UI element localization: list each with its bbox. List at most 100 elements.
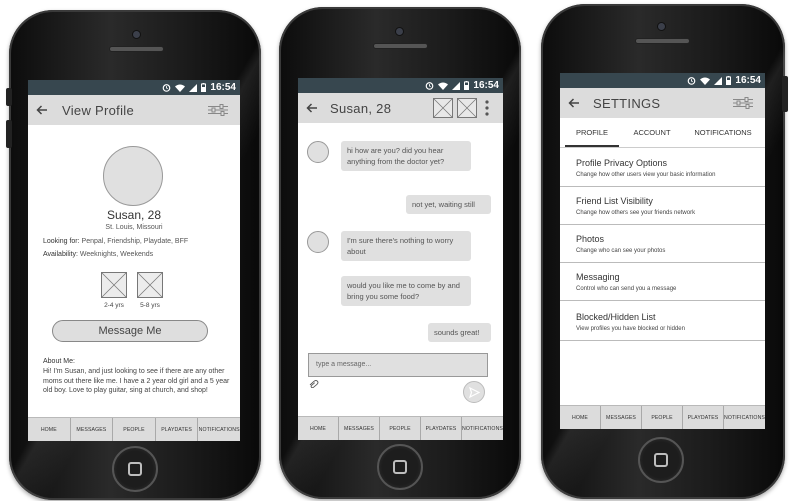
sliders-icon[interactable] xyxy=(733,97,753,109)
setting-item[interactable]: Friend List Visibility Change how others… xyxy=(560,187,765,225)
send-icon xyxy=(469,387,480,398)
app-bar: View Profile xyxy=(28,95,240,125)
sliders-icon[interactable] xyxy=(208,104,228,116)
availability-value: Weeknights, Weekends xyxy=(79,251,154,258)
image-placeholder-icon[interactable] xyxy=(457,98,477,118)
back-button[interactable] xyxy=(28,105,56,115)
status-time: 16:54 xyxy=(473,80,499,91)
front-camera xyxy=(132,30,141,39)
setting-title: Messaging xyxy=(576,272,620,282)
more-vert-icon[interactable] xyxy=(484,100,490,116)
status-bar: 16:54 xyxy=(560,73,765,88)
setting-desc: Control who can send you a message xyxy=(576,286,677,292)
about-label: About Me: xyxy=(43,358,75,365)
nav-home[interactable]: HOME xyxy=(28,418,71,441)
settings-tabs: PROFILE ACCOUNT NOTIFICATIONS xyxy=(560,118,765,148)
nav-messages[interactable]: MESSAGES xyxy=(339,417,380,440)
nav-playdates[interactable]: PLAYDATES xyxy=(156,418,199,441)
nav-messages[interactable]: MESSAGES xyxy=(601,406,642,429)
message-me-button[interactable]: Message Me xyxy=(52,320,208,342)
availability-row: Availability: Weeknights, Weekends xyxy=(43,251,153,258)
back-arrow-icon xyxy=(306,103,317,113)
home-button[interactable] xyxy=(377,444,423,490)
front-camera xyxy=(657,22,666,31)
sender-avatar xyxy=(307,141,329,163)
message-bubble-sent: sounds great! xyxy=(428,323,491,342)
status-time: 16:54 xyxy=(735,75,761,86)
nav-notifications[interactable]: NOTIFICATIONS xyxy=(462,417,503,440)
home-button[interactable] xyxy=(112,446,158,492)
message-bubble-sent: not yet, waiting still xyxy=(406,195,491,214)
setting-desc: Change who can see your photos xyxy=(576,248,666,254)
front-camera xyxy=(395,27,404,36)
battery-icon xyxy=(201,83,207,92)
alarm-icon xyxy=(426,82,434,90)
status-bar: 16:54 xyxy=(298,78,503,93)
status-time: 16:54 xyxy=(210,82,236,93)
profile-avatar xyxy=(103,146,163,206)
alarm-icon xyxy=(688,77,696,85)
setting-item[interactable]: Photos Change who can see your photos xyxy=(560,225,765,263)
chat-title: Susan, 28 xyxy=(330,100,392,116)
status-bar: 16:54 xyxy=(28,80,240,95)
looking-for-value: Penpal, Friendship, Playdate, BFF xyxy=(81,238,189,245)
about-text: Hi! I'm Susan, and just looking to see i… xyxy=(43,368,230,394)
speaker xyxy=(373,43,428,49)
looking-for-row: Looking for: Penpal, Friendship, Playdat… xyxy=(43,238,188,245)
screen-profile: 16:54 View Profile Susan, 28 St. Louis, … xyxy=(28,80,240,441)
setting-item[interactable]: Messaging Control who can send you a mes… xyxy=(560,263,765,301)
attach-icon[interactable] xyxy=(309,380,319,388)
image-placeholder-icon xyxy=(137,272,163,298)
phone-chat: 16:54 Susan, 28 hi how are you? did you … xyxy=(279,7,521,499)
bottom-nav: HOME MESSAGES PEOPLE PLAYDATES NOTIFICAT… xyxy=(560,405,765,429)
nav-notifications[interactable]: NOTIFICATIONS xyxy=(198,418,240,441)
nav-people[interactable]: PEOPLE xyxy=(113,418,156,441)
nav-playdates[interactable]: PLAYDATES xyxy=(683,406,724,429)
volume-button xyxy=(6,120,12,148)
setting-title: Profile Privacy Options xyxy=(576,158,668,168)
nav-notifications[interactable]: NOTIFICATIONS xyxy=(724,406,765,429)
nav-messages[interactable]: MESSAGES xyxy=(71,418,114,441)
screen-chat: 16:54 Susan, 28 hi how are you? did you … xyxy=(298,78,503,440)
send-button[interactable] xyxy=(463,381,485,403)
signal-icon xyxy=(189,83,198,92)
page-title: View Profile xyxy=(62,102,135,118)
home-button[interactable] xyxy=(638,437,684,483)
tab-notifications[interactable]: NOTIFICATIONS xyxy=(684,128,762,137)
tab-profile[interactable]: PROFILE xyxy=(565,128,619,137)
nav-people[interactable]: PEOPLE xyxy=(642,406,683,429)
signal-icon xyxy=(452,81,461,90)
back-arrow-icon xyxy=(36,105,47,115)
kid-age-label: 5-8 yrs xyxy=(140,302,160,309)
setting-item[interactable]: Profile Privacy Options Change how other… xyxy=(560,149,765,187)
nav-people[interactable]: PEOPLE xyxy=(380,417,421,440)
tab-account[interactable]: ACCOUNT xyxy=(624,128,680,137)
nav-home[interactable]: HOME xyxy=(560,406,601,429)
volume-button xyxy=(6,88,12,106)
wifi-icon xyxy=(700,77,711,85)
tab-active-indicator xyxy=(565,145,619,147)
signal-icon xyxy=(714,76,723,85)
image-placeholder-icon[interactable] xyxy=(433,98,453,118)
setting-item[interactable]: Blocked/Hidden List View profiles you ha… xyxy=(560,301,765,341)
wifi-icon xyxy=(438,82,449,90)
message-input[interactable]: type a message... xyxy=(308,353,488,377)
setting-desc: Change how other users view your basic i… xyxy=(576,172,716,178)
setting-title: Photos xyxy=(576,234,605,244)
back-button[interactable] xyxy=(560,98,588,108)
speaker xyxy=(635,38,690,44)
setting-desc: View profiles you have blocked or hidden xyxy=(576,326,685,332)
bottom-nav: HOME MESSAGES PEOPLE PLAYDATES NOTIFICAT… xyxy=(298,416,503,440)
message-bubble-received: I'm sure there's nothing to worry about xyxy=(341,231,471,261)
availability-label: Availability: xyxy=(43,251,78,258)
profile-name: Susan, 28 xyxy=(106,208,162,222)
back-button[interactable] xyxy=(298,103,326,113)
alarm-icon xyxy=(163,84,171,92)
nav-playdates[interactable]: PLAYDATES xyxy=(421,417,462,440)
phone-settings: 16:54 SETTINGS PROFILE ACCOUNT NOTIFICAT… xyxy=(541,4,788,499)
wifi-icon xyxy=(175,84,186,92)
kid-age-label: 2-4 yrs xyxy=(104,302,124,309)
nav-home[interactable]: HOME xyxy=(298,417,339,440)
screen-settings: 16:54 SETTINGS PROFILE ACCOUNT NOTIFICAT… xyxy=(560,73,765,429)
image-placeholder-icon xyxy=(101,272,127,298)
